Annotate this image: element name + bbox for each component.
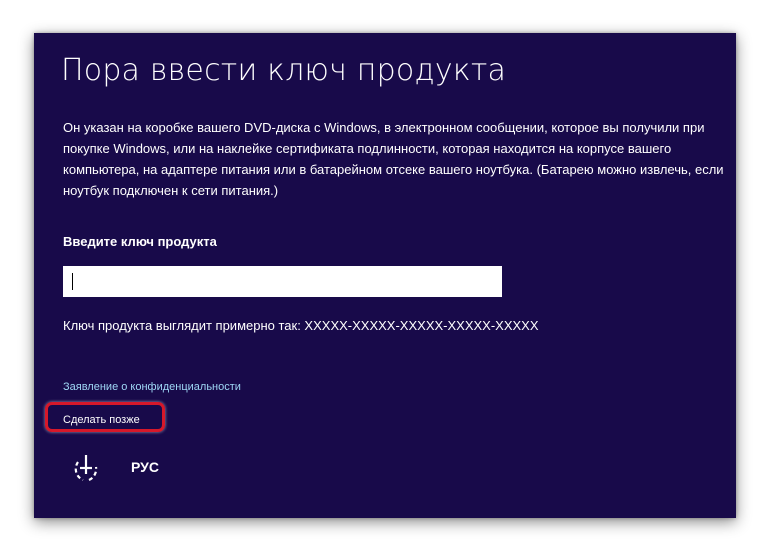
skip-later-link[interactable]: Сделать позже: [63, 414, 140, 426]
product-key-example: Ключ продукта выглядит примерно так: XXX…: [63, 318, 539, 333]
ease-of-access-icon[interactable]: [68, 451, 104, 487]
text-caret: [72, 273, 73, 290]
page-title: Пора ввести ключ продукта: [61, 53, 507, 88]
setup-window: Пора ввести ключ продукта Он указан на к…: [34, 33, 736, 518]
description-text: Он указан на коробке вашего DVD-диска с …: [63, 120, 724, 198]
ease-of-access-svg: [74, 455, 98, 482]
product-key-label: Введите ключ продукта: [63, 234, 217, 249]
privacy-statement-link[interactable]: Заявление о конфиденциальности: [63, 381, 241, 393]
product-key-input[interactable]: [63, 266, 502, 297]
language-selector[interactable]: РУС: [131, 459, 159, 475]
page: Пора ввести ключ продукта Он указан на к…: [0, 0, 768, 550]
